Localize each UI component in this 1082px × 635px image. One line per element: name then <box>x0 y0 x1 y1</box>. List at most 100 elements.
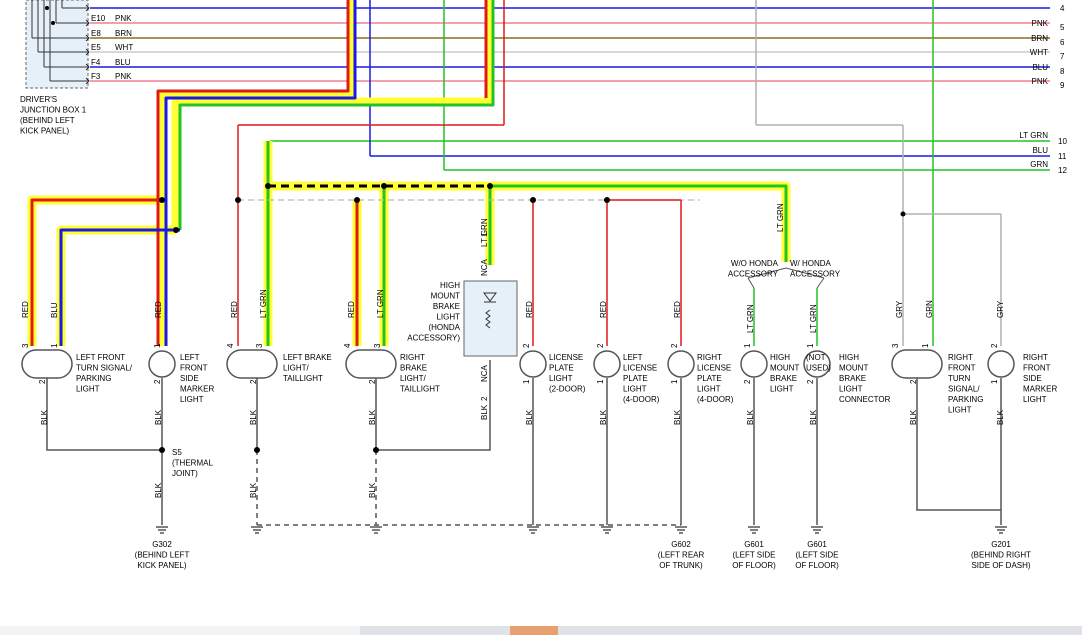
top-wire-pin: E5 <box>91 43 101 52</box>
right-front-side-marker-label-line: RIGHT <box>1023 353 1048 362</box>
top-wire-pin: E10 <box>91 14 106 23</box>
s5-label-line: JOINT) <box>172 469 198 478</box>
wire-label-nca: NCA <box>480 258 489 276</box>
wire-label-blk: BLK <box>154 482 163 498</box>
wire-label-blk: BLK <box>809 409 818 425</box>
wire-label-ltgrn: LT GRN <box>259 289 268 318</box>
pin-number: 4 <box>343 343 352 348</box>
junction-box-label-line: KICK PANEL) <box>20 127 70 136</box>
right-license-4door-label-line: (4-DOOR) <box>697 395 734 404</box>
wire-label-blk: BLK <box>368 409 377 425</box>
g601-label-line: G601 <box>744 540 764 549</box>
wire-label-ltgrn: LT GRN <box>376 289 385 318</box>
wire-label-nca: NCA <box>480 364 489 382</box>
right-front-turn-label-line: TURN <box>948 374 970 383</box>
pin-number: 1 <box>480 232 489 237</box>
wire-label-red: RED <box>21 301 30 318</box>
pin-number: 1 <box>670 379 679 384</box>
wire-label-blk: BLK <box>599 409 608 425</box>
pin-number: 3 <box>255 343 264 348</box>
g601-label-line: OF FLOOR) <box>732 561 776 570</box>
pin-number: 1 <box>153 343 162 348</box>
top-wire-number: 9 <box>1060 81 1065 90</box>
wire-label-blk: BLK <box>996 409 1005 425</box>
top-wire-number: 7 <box>1060 52 1065 61</box>
s5-label-line: (THERMAL <box>172 459 213 468</box>
wire-label-gry: GRY <box>895 300 904 318</box>
hmbl-label-line: BRAKE <box>770 374 797 383</box>
left-front-turn-label-line: PARKING <box>76 374 111 383</box>
left-front-turn-label-line: LIGHT <box>76 385 100 394</box>
right-license-4door-label-line: LICENSE <box>697 364 731 373</box>
not-used-label-line: USED) <box>806 364 831 373</box>
pin-number: 2 <box>153 379 162 384</box>
right-license-4door-label-line: PLATE <box>697 374 722 383</box>
wire-label-blk: BLK <box>368 482 377 498</box>
g302-label-line: KICK PANEL) <box>137 561 187 570</box>
top-wire-pin: E8 <box>91 29 101 38</box>
right-brake-label-line: BRAKE <box>400 364 427 373</box>
license-2door-label-line: LIGHT <box>549 374 573 383</box>
license-2door-label-line: (2-DOOR) <box>549 385 586 394</box>
wire-label-blk: BLK <box>249 409 258 425</box>
top-wire-color-right: PNK <box>1032 77 1049 86</box>
top-wire-color: PNK <box>115 72 132 81</box>
wire-label-blk: BLK <box>249 482 258 498</box>
right-wire-number: 10 <box>1058 137 1067 146</box>
g601-label-line: OF FLOOR) <box>795 561 839 570</box>
right-wire-color: BLU <box>1032 146 1048 155</box>
top-wire-pin: F3 <box>91 72 101 81</box>
wire-label-blu: BLU <box>50 302 59 318</box>
left-brake-label-line: TAILLIGHT <box>283 374 323 383</box>
hmbl-honda-label-line: (HONDA <box>428 323 460 332</box>
g302-label-line: G302 <box>152 540 172 549</box>
not-used-label-line: (NOT <box>806 353 826 362</box>
hmbl-honda-label-line: LIGHT <box>436 313 460 322</box>
pin-number: 1 <box>806 343 815 348</box>
pin-number: 2 <box>38 379 47 384</box>
top-wire-color-right: BRN <box>1031 34 1048 43</box>
hmbl-connector-label-line: MOUNT <box>839 364 868 373</box>
left-license-4door-label-line: LEFT <box>623 353 643 362</box>
pin-number: 1 <box>990 379 999 384</box>
right-brake-label-line: RIGHT <box>400 353 425 362</box>
top-wire-color-right: BLU <box>1032 63 1048 72</box>
wire-label-red: RED <box>154 301 163 318</box>
g601-label-line: (LEFT SIDE <box>796 551 839 560</box>
right-front-side-marker-label-line: LIGHT <box>1023 395 1047 404</box>
right-front-side-marker-label-line: MARKER <box>1023 385 1057 394</box>
wo-honda-label-line: ACCESSORY <box>728 270 779 279</box>
taskbar-active-app[interactable] <box>510 626 558 635</box>
wire-label-blk: BLK <box>525 409 534 425</box>
pin-number: 3 <box>21 343 30 348</box>
pin-number: 2 <box>596 343 605 348</box>
left-front-side-marker-label-line: SIDE <box>180 374 199 383</box>
right-front-turn-label-line: LIGHT <box>948 406 972 415</box>
left-license-4door-label-line: LIGHT <box>623 385 647 394</box>
left-front-turn-label-line: LEFT FRONT <box>76 353 125 362</box>
left-license-4door-label-line: (4-DOOR) <box>623 395 660 404</box>
g602-label-line: (LEFT REAR <box>658 551 705 560</box>
top-wire-color-right: WHT <box>1030 48 1048 57</box>
hmbl-connector-label-line: HIGH <box>839 353 859 362</box>
g302-label-line: (BEHIND LEFT <box>135 551 190 560</box>
w-honda-label-line: W/ HONDA <box>790 259 832 268</box>
g201-label-line: G201 <box>991 540 1011 549</box>
wire-label-blk: BLK <box>673 409 682 425</box>
top-wire-number: 5 <box>1060 23 1065 32</box>
wire-label-blk: BLK <box>909 409 918 425</box>
right-brake-label-line: LIGHT/ <box>400 374 427 383</box>
pin-number: 2 <box>909 379 918 384</box>
top-wire-number: 6 <box>1060 38 1065 47</box>
s5-label-line: S5 <box>172 448 182 457</box>
wo-honda-label-line: W/O HONDA <box>731 259 779 268</box>
right-wire-color: GRN <box>1030 160 1048 169</box>
ground-symbols <box>156 526 1007 534</box>
pin-number: 1 <box>596 379 605 384</box>
wire-label-red: RED <box>347 301 356 318</box>
hmbl-connector-label-line: BRAKE <box>839 374 866 383</box>
hmbl-connector-label-line: LIGHT <box>839 385 863 394</box>
left-license-4door-label-line: LICENSE <box>623 364 657 373</box>
wire-label-red: RED <box>599 301 608 318</box>
pin-number: 2 <box>990 343 999 348</box>
